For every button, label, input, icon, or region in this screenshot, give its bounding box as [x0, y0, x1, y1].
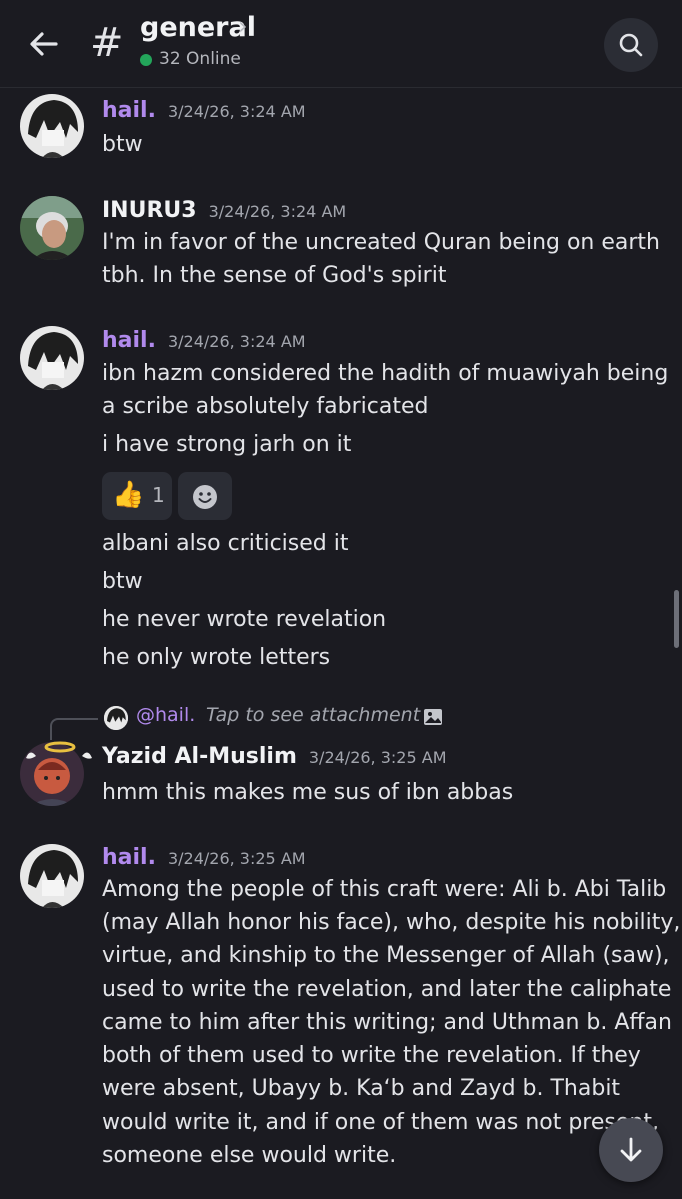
message-timestamp: 3/24/26, 3:24 AM — [208, 202, 347, 221]
arrow-down-icon — [620, 1137, 642, 1162]
message-text: tbh. In the sense of God's spirit — [102, 263, 447, 288]
message-author[interactable]: hail. 3/24/26, 3:25 AM — [102, 845, 306, 870]
avatar[interactable] — [20, 196, 84, 260]
avatar[interactable] — [20, 844, 84, 908]
message-timestamp: 3/24/26, 3:24 AM — [167, 332, 306, 351]
reply-preview[interactable]: Tap to see attachment — [206, 704, 420, 726]
search-icon — [619, 33, 643, 57]
message-text: both of them used to write the revelatio… — [102, 1043, 641, 1068]
thumbs-up-icon: 👍 — [112, 480, 145, 510]
avatar[interactable] — [20, 94, 84, 158]
message-text: were absent, Ubayy b. Ka‘b and Zayd b. T… — [102, 1076, 621, 1101]
message-text: he never wrote revelation — [102, 607, 387, 632]
message-text: used to write the revelation, and later … — [102, 977, 672, 1002]
message-text: (may Allah honor his face), who, despite… — [102, 910, 681, 935]
scroll-to-bottom-button[interactable] — [599, 1118, 663, 1182]
online-count: 32 Online — [159, 49, 241, 69]
message-text: ibn hazm considered the hadith of muawiy… — [102, 361, 669, 386]
smiley-icon — [193, 485, 217, 509]
online-status-dot — [140, 54, 152, 66]
add-reaction-button[interactable] — [178, 472, 232, 520]
message-text: Among the people of this craft were: Ali… — [102, 877, 667, 902]
message-text: came to him after this writing; and Uthm… — [102, 1010, 672, 1035]
message-text: albani also criticised it — [102, 531, 349, 556]
reply-connector — [50, 718, 98, 740]
message-text: would write it, and if one of them was n… — [102, 1110, 659, 1135]
search-button[interactable] — [604, 18, 658, 72]
message-text: someone else would write. — [102, 1143, 397, 1168]
avatar[interactable] — [20, 326, 84, 390]
reaction-count: 1 — [152, 483, 165, 507]
image-icon — [423, 707, 443, 727]
channel-header: # general › 32 Online — [0, 0, 682, 88]
message-author[interactable]: hail. 3/24/26, 3:24 AM — [102, 328, 306, 353]
reply-avatar — [104, 706, 128, 730]
scrollbar[interactable] — [674, 590, 679, 648]
message-author[interactable]: INURU3 3/24/26, 3:24 AM — [102, 198, 346, 223]
message-text: virtue, and kinship to the Messenger of … — [102, 943, 670, 968]
message-timestamp: 3/24/26, 3:25 AM — [308, 748, 447, 767]
reaction-thumbs-up[interactable]: 👍 1 — [102, 472, 172, 520]
message-author[interactable]: Yazid Al-Muslim 3/24/26, 3:25 AM — [102, 744, 447, 769]
chevron-right-icon[interactable]: › — [238, 12, 248, 40]
message-timestamp: 3/24/26, 3:24 AM — [167, 102, 306, 121]
message-text: btw — [102, 569, 143, 594]
message-text: hmm this makes me sus of ibn abbas — [102, 780, 514, 805]
message-author[interactable]: hail. 3/24/26, 3:24 AM — [102, 98, 306, 123]
message-text: I'm in favor of the uncreated Quran bein… — [102, 230, 660, 255]
message-text: a scribe absolutely fabricated — [102, 394, 429, 419]
halo-icon — [26, 741, 92, 759]
message-text: btw — [102, 132, 143, 157]
message-text: he only wrote letters — [102, 645, 331, 670]
message-timestamp: 3/24/26, 3:25 AM — [167, 849, 306, 868]
arrow-left-icon[interactable] — [26, 26, 62, 62]
message-text: i have strong jarh on it — [102, 432, 352, 457]
reply-author[interactable]: @hail. — [136, 704, 195, 726]
hash-icon: # — [90, 20, 124, 66]
